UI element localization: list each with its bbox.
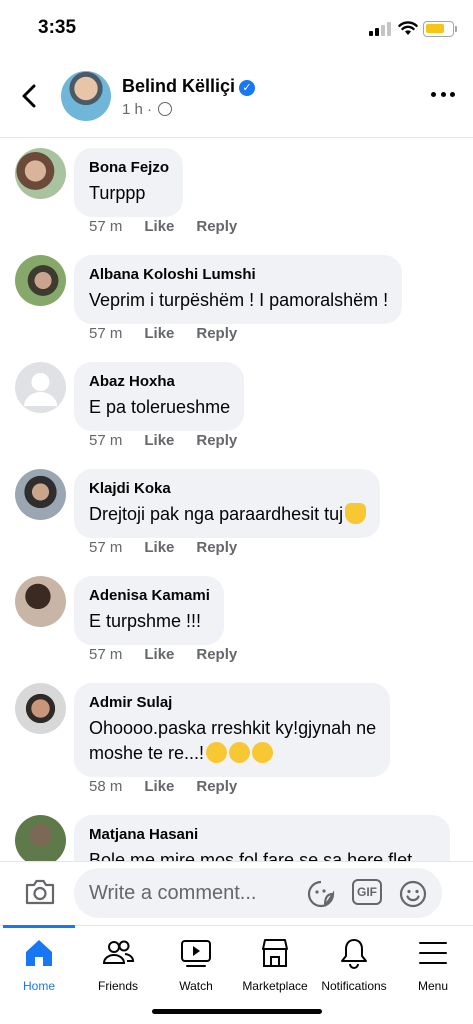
nav-label: Menu (417, 979, 449, 993)
comment-text-line: moshe te re...! (89, 741, 376, 766)
sticker-icon[interactable] (306, 879, 336, 909)
post-time[interactable]: 1 h (122, 101, 143, 118)
marketplace-icon (262, 939, 288, 967)
like-button[interactable]: Like (144, 646, 174, 663)
battery-level (426, 24, 444, 33)
reply-button[interactable]: Reply (196, 778, 237, 795)
comment-text: Bole me mire mos fol fare se sa here fle… (89, 850, 413, 861)
comment-text: Veprim i turpëshëm ! I pamoralshëm ! (89, 290, 389, 310)
comment-author[interactable]: Adenisa Kamami (89, 586, 210, 605)
wifi-icon (398, 21, 418, 35)
comment-time[interactable]: 57 m (89, 432, 122, 449)
comment-text: E turpshme !!! (89, 611, 202, 631)
home-indicator (152, 1009, 322, 1014)
author-name[interactable]: Belind Këlliçi ✓ (122, 76, 256, 97)
comment-bubble: Abaz Hoxha E pa tolerueshme (74, 362, 245, 431)
comment-actions: 57 m Like Reply (89, 539, 237, 556)
like-button[interactable]: Like (144, 432, 174, 449)
comment-actions: 57 m Like Reply (89, 218, 237, 235)
home-icon (26, 940, 52, 966)
comment-bubble: Adenisa Kamami E turpshme !!! (74, 576, 224, 645)
comment-text: E pa tolerueshme (89, 397, 231, 417)
zany-face-emoji-icon (252, 742, 274, 763)
camera-icon[interactable] (24, 878, 56, 906)
comment-author[interactable]: Bona Fejzo (89, 158, 169, 177)
comment-text-body: Drejtoji pak nga paraardhesit tuj (89, 504, 344, 524)
like-button[interactable]: Like (144, 218, 174, 235)
status-bar: 3:35 (0, 0, 473, 58)
comment-text: Turppp (89, 183, 146, 203)
comment-input[interactable] (74, 868, 442, 918)
comment-bubble: Albana Koloshi Lumshi Veprim i turpëshëm… (74, 255, 403, 324)
comment-actions: 57 m Like Reply (89, 432, 237, 449)
cellular-signal-icon (369, 22, 391, 36)
author-name-text[interactable]: Belind Këlliçi (122, 76, 235, 96)
comment-bubble: Bona Fejzo Turppp (74, 148, 184, 217)
comment-actions: 57 m Like Reply (89, 325, 237, 342)
reply-button[interactable]: Reply (196, 539, 237, 556)
commenter-avatar[interactable] (15, 148, 66, 199)
commenter-avatar[interactable] (15, 683, 66, 734)
comment-actions: 57 m Like Reply (89, 646, 237, 663)
verified-badge-icon: ✓ (239, 80, 256, 96)
commenter-avatar[interactable] (15, 255, 66, 306)
commenter-avatar[interactable] (15, 815, 66, 861)
comment-bubble: Matjana Hasani Bole me mire mos fol fare… (74, 815, 450, 861)
comment-author[interactable]: Klajdi Koka (89, 479, 366, 498)
comment-author[interactable]: Matjana Hasani (89, 825, 436, 844)
zany-face-emoji-icon (229, 742, 251, 763)
waving-hand-emoji-icon (345, 503, 367, 524)
comment-time[interactable]: 57 m (89, 646, 122, 663)
comment-author[interactable]: Albana Koloshi Lumshi (89, 265, 388, 284)
comments-list: Bona Fejzo Turppp 57 m Like Reply Albana… (0, 139, 473, 861)
friends-icon (102, 940, 135, 964)
comment-author[interactable]: Abaz Hoxha (89, 372, 230, 391)
emoji-icon[interactable] (398, 879, 428, 909)
commenter-avatar[interactable] (15, 469, 66, 520)
reply-button[interactable]: Reply (196, 646, 237, 663)
post-meta: 1 h · (122, 101, 173, 118)
nav-menu[interactable]: Menu (387, 936, 473, 993)
default-avatar-icon[interactable] (15, 362, 66, 413)
reply-button[interactable]: Reply (196, 218, 237, 235)
active-tab-indicator (3, 925, 75, 928)
comment-text-line: Ohoooo.paska rreshkit ky!gjynah ne (89, 718, 377, 738)
battery-cap (455, 26, 457, 32)
more-options-button[interactable] (431, 92, 455, 100)
comment-text: Ohoooo.paska rreshkit ky!gjynah ne moshe… (89, 716, 376, 766)
like-button[interactable]: Like (144, 778, 174, 795)
author-avatar[interactable] (61, 71, 111, 121)
comment-text-body: moshe te re...! (89, 743, 205, 763)
bell-icon (341, 939, 367, 969)
comment-bubble: Klajdi Koka Drejtoji pak nga paraardhesi… (74, 469, 381, 538)
battery-icon (423, 21, 454, 37)
globe-icon (158, 102, 173, 116)
like-button[interactable]: Like (144, 325, 174, 342)
meta-separator: · (147, 101, 153, 118)
zany-face-emoji-icon (206, 742, 228, 763)
comment-author[interactable]: Admir Sulaj (89, 693, 376, 712)
reply-button[interactable]: Reply (196, 325, 237, 342)
comment-time[interactable]: 57 m (89, 218, 122, 235)
gif-button[interactable]: GIF (352, 879, 382, 905)
comment-composer: GIF (0, 861, 473, 925)
comment-actions: 58 m Like Reply (89, 778, 237, 795)
watch-icon (181, 940, 211, 967)
bottom-nav: Home Friends Watch Marketplace Notificat… (0, 925, 473, 1024)
status-time: 3:35 (38, 17, 77, 38)
comment-bubble: Admir Sulaj Ohoooo.paska rreshkit ky!gjy… (74, 683, 391, 777)
comment-time[interactable]: 57 m (89, 325, 122, 342)
like-button[interactable]: Like (144, 539, 174, 556)
comment-time[interactable]: 57 m (89, 539, 122, 556)
menu-icon (419, 942, 447, 964)
comment-text: Drejtoji pak nga paraardhesit tuj (89, 502, 367, 527)
commenter-avatar[interactable] (15, 576, 66, 627)
back-button[interactable] (18, 82, 42, 110)
reply-button[interactable]: Reply (196, 432, 237, 449)
post-header: Belind Këlliçi ✓ 1 h · (0, 58, 473, 138)
comment-time[interactable]: 58 m (89, 778, 122, 795)
